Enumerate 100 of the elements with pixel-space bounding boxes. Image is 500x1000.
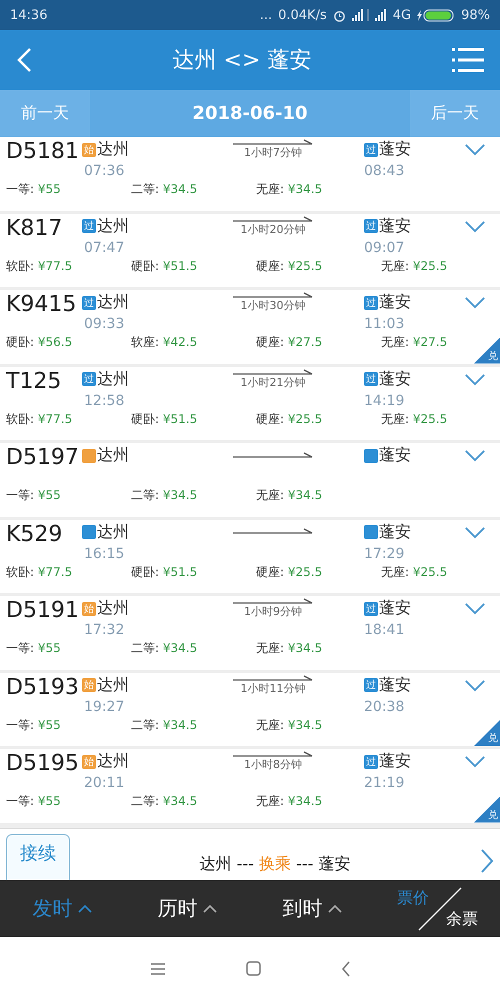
departure-time: 09:33 (84, 316, 124, 332)
station-badge: 过 (82, 372, 96, 386)
seat-price: 硬卧: ¥51.5 (131, 410, 198, 428)
station-badge: 过 (364, 602, 378, 616)
train-row[interactable]: D5197 达州 蓬安 一等: ¥55 二等: ¥34.5 无座: ¥34.5 (0, 443, 500, 516)
expand-chevron-icon[interactable] (464, 372, 486, 386)
seat-price: 无座: ¥25.5 (381, 258, 448, 274)
expand-chevron-icon[interactable] (464, 220, 486, 232)
departure-station: 达州 (97, 139, 129, 160)
seat-price: 无座: ¥27.5 (381, 334, 448, 351)
seat-price: 二等: ¥34.5 (131, 793, 198, 810)
travel-duration: 1小时30分钟 (240, 298, 306, 313)
arrow-icon (232, 598, 314, 606)
departure-time: 07:47 (84, 240, 124, 256)
signal-icon (352, 9, 369, 21)
seat-price: 一等: ¥55 (6, 793, 62, 810)
travel-duration: 1小时11分钟 (240, 680, 306, 696)
seat-price: 软卧: ¥77.5 (6, 258, 74, 274)
departure-station: 达州 (97, 751, 129, 772)
menu-button[interactable] (452, 47, 484, 73)
departure-time: 12:58 (84, 392, 124, 408)
seat-price: 软座: ¥42.5 (131, 334, 198, 351)
seat-price: 无座: ¥34.5 (256, 487, 324, 504)
transfer-button[interactable]: 接续 (6, 834, 70, 880)
sort-tab[interactable]: 历时 (125, 894, 250, 923)
battery-icon (417, 8, 456, 22)
departure-time: 16:15 (84, 546, 124, 562)
seat-price: 二等: ¥34.5 (131, 640, 198, 657)
back-button[interactable] (16, 47, 32, 73)
arrival-time: 18:41 (364, 622, 404, 638)
travel-duration: 1小时7分钟 (244, 145, 302, 160)
travel-duration: 1小时8分钟 (244, 757, 302, 772)
train-row[interactable]: D5195 始 达州 1小时8分钟 过 蓬安 20:11 21:19 一等: ¥55 二等: ¥34.5 无座: ¥34.5 兑 (0, 749, 500, 822)
station-badge (82, 448, 96, 462)
departure-station: 达州 (97, 216, 129, 236)
arrival-station: 蓬安 (379, 445, 411, 466)
departure-station: 达州 (97, 445, 129, 466)
expand-chevron-icon[interactable] (464, 755, 486, 768)
train-row[interactable]: K9415 过 达州 1小时30分钟 过 蓬安 09:33 11:03 硬卧: ¥56.5 软座: ¥42.5 硬座: ¥27.5 无座: ¥27.5 兑 (0, 290, 500, 364)
network-type: 4G (392, 8, 412, 22)
arrival-time: 21:19 (364, 775, 404, 791)
train-row[interactable]: K817 过 达州 1小时20分钟 过 蓬安 07:47 09:07 软卧: ¥77.5 硬卧: ¥51.5 硬座: ¥25.5 无座: ¥25.5 (0, 214, 500, 287)
seat-price: 硬卧: ¥51.5 (131, 258, 198, 274)
caret-up-icon (326, 904, 342, 914)
seat-price: 一等: ¥55 (6, 181, 62, 198)
seat-price: 二等: ¥34.5 (131, 181, 198, 198)
arrival-station: 蓬安 (379, 292, 411, 313)
expand-chevron-icon[interactable] (464, 526, 486, 538)
train-number: D5195 (6, 751, 80, 776)
station-badge: 过 (364, 372, 378, 386)
train-row[interactable]: T125 过 达州 1小时21分钟 过 蓬安 12:58 14:19 软卧: ¥77.5 硬卧: ¥51.5 硬座: ¥25.5 无座: ¥25.5 (0, 366, 500, 440)
seat-price: 硬座: ¥25.5 (256, 564, 324, 580)
train-row[interactable]: K529 达州 蓬安 16:15 17:29 软卧: ¥77.5 硬卧: ¥51.5 硬座: ¥25.5 无座: ¥25.5 (0, 520, 500, 593)
train-row[interactable]: D5181 始 达州 1小时7分钟 过 蓬安 07:36 08:43 一等: ¥55 二等: ¥34.5 无座: ¥34.5 (0, 137, 500, 210)
departure-station: 达州 (97, 598, 129, 619)
back-icon[interactable] (340, 960, 350, 976)
exchange-tag: 兑 (474, 720, 500, 746)
seat-price: 硬座: ¥25.5 (256, 410, 324, 428)
arrival-station: 蓬安 (379, 751, 411, 772)
travel-duration: 1小时9分钟 (244, 604, 302, 619)
chevron-right-icon[interactable] (480, 848, 494, 874)
battery-percent: 98% (461, 8, 490, 22)
seat-price: 无座: ¥25.5 (381, 410, 448, 428)
seat-price: 二等: ¥34.5 (131, 716, 198, 734)
train-row[interactable]: D5191 始 达州 1小时9分钟 过 蓬安 17:32 18:41 一等: ¥55 二等: ¥34.5 无座: ¥34.5 (0, 596, 500, 670)
station-badge: 始 (82, 142, 96, 156)
network-speed: 0.04K/s (278, 8, 327, 22)
seat-price: 硬卧: ¥51.5 (131, 564, 198, 580)
status-dots: ... (260, 8, 272, 22)
seat-price: 一等: ¥55 (6, 716, 62, 734)
train-number: K9415 (6, 292, 78, 317)
sort-tab[interactable]: 票价 余票 (375, 884, 500, 934)
exchange-tag: 兑 (474, 796, 500, 822)
seat-price: 软卧: ¥77.5 (6, 564, 74, 580)
departure-time: 17:32 (84, 622, 124, 638)
travel-duration: 1小时21分钟 (240, 374, 306, 390)
home-icon[interactable] (246, 961, 260, 976)
arrival-station: 蓬安 (379, 216, 411, 236)
signal-icon (374, 9, 387, 21)
train-number: D5191 (6, 598, 80, 623)
status-time: 14:36 (10, 8, 48, 22)
expand-chevron-icon[interactable] (464, 143, 486, 156)
alarm-icon (332, 8, 346, 22)
seat-price: 软卧: ¥77.5 (6, 410, 74, 428)
expand-chevron-icon[interactable] (464, 449, 486, 462)
menu-icon[interactable] (150, 962, 166, 976)
caret-up-icon (76, 904, 92, 914)
station-badge: 过 (364, 296, 378, 310)
expand-chevron-icon[interactable] (464, 296, 486, 309)
expand-chevron-icon[interactable] (464, 678, 486, 692)
sort-tab[interactable]: 到时 (250, 894, 375, 923)
seat-price: 无座: ¥34.5 (256, 793, 324, 810)
station-badge: 过 (364, 142, 378, 156)
train-number: T125 (6, 368, 62, 394)
train-row[interactable]: D5193 始 达州 1小时11分钟 过 蓬安 19:27 20:38 一等: ¥55 二等: ¥34.5 无座: ¥34.5 兑 (0, 672, 500, 746)
departure-station: 达州 (97, 368, 129, 390)
station-badge: 过 (82, 219, 96, 233)
seat-price: 一等: ¥55 (6, 487, 62, 504)
expand-chevron-icon[interactable] (464, 602, 486, 615)
arrow-icon (232, 292, 314, 300)
